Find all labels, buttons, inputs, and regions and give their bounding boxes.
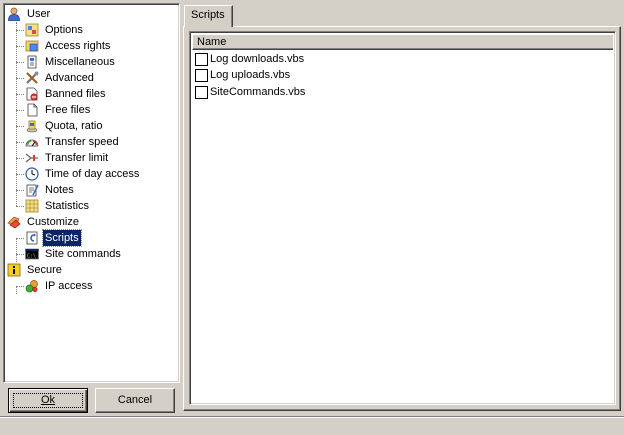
tree-item-label: Advanced — [45, 72, 94, 84]
speedometer-icon — [25, 139, 39, 147]
column-header-name[interactable]: Name — [192, 34, 613, 50]
tree-item-label: Site commands — [45, 248, 121, 260]
tree-item-label: Transfer limit — [45, 152, 109, 164]
options-icon — [25, 23, 39, 37]
tree-connector — [16, 158, 24, 159]
settings-tree[interactable]: User Options Access rights Miscellaneous — [3, 3, 180, 383]
tree-item-label: Options — [45, 24, 83, 36]
tree-connector — [16, 190, 24, 191]
script-checkbox[interactable] — [195, 53, 208, 66]
scripts-icon — [26, 231, 38, 245]
tree-connector — [16, 30, 24, 31]
access-rights-icon — [25, 40, 39, 52]
tree-connector — [16, 174, 24, 175]
script-checkbox[interactable] — [195, 69, 208, 82]
tree-connector — [16, 110, 24, 111]
ok-button-label: Ok — [40, 394, 56, 406]
tree-item-label: Access rights — [45, 40, 111, 52]
clock-icon — [25, 167, 39, 181]
transfer-limit-icon — [25, 153, 38, 163]
tree-item-label: Scripts — [42, 229, 82, 247]
tree-connector — [16, 238, 24, 239]
column-header-label: Name — [197, 36, 227, 48]
scripts-list[interactable]: Name Log downloads.vbs Log uploads.vbs S… — [189, 31, 616, 405]
list-item-label: SiteCommands.vbs — [210, 86, 306, 98]
cancel-button-label: Cancel — [117, 394, 153, 406]
tree-item-label: Banned files — [45, 88, 106, 100]
miscellaneous-icon — [27, 55, 37, 69]
status-bar — [0, 416, 624, 435]
cancel-button[interactable]: Cancel — [95, 388, 175, 413]
tree-item-label: Secure — [27, 264, 62, 276]
user-icon — [8, 7, 20, 21]
tree-item-label: Notes — [45, 184, 74, 196]
advanced-tools-icon — [26, 71, 39, 84]
svg-text:C:\: C:\ — [27, 254, 36, 260]
tree-connector — [16, 62, 24, 63]
secure-icon — [7, 263, 21, 277]
free-files-icon — [27, 103, 38, 117]
tab-scripts[interactable]: Scripts — [184, 5, 233, 27]
notes-icon — [26, 184, 39, 197]
list-item-label: Log downloads.vbs — [210, 53, 305, 65]
tree-item-label: IP access — [45, 280, 93, 292]
tree-item-label: Miscellaneous — [45, 56, 115, 68]
customize-icon — [7, 216, 21, 229]
tree-connector — [16, 78, 24, 79]
command-prompt-icon: C:\ — [25, 248, 39, 260]
tree-connector — [16, 126, 24, 127]
tree-connector — [16, 206, 24, 207]
tree-item-label: Time of day access — [45, 168, 140, 180]
script-checkbox[interactable] — [195, 86, 208, 99]
tree-connector — [16, 254, 24, 255]
tree-connector — [16, 22, 17, 206]
statistics-icon — [25, 199, 39, 213]
ok-button[interactable]: Ok — [8, 388, 88, 413]
tree-item-label: Transfer speed — [45, 136, 119, 148]
tree-item-label: User — [27, 8, 51, 20]
tree-item-label: Customize — [27, 216, 79, 228]
tree-connector — [16, 286, 17, 294]
tree-connector — [16, 142, 24, 143]
list-item-label: Log uploads.vbs — [210, 69, 291, 81]
tree-connector — [16, 94, 24, 95]
tree-connector — [16, 238, 17, 262]
tree-item-label: Free files — [45, 104, 91, 116]
tab-label: Scripts — [191, 9, 225, 21]
quota-icon — [26, 120, 38, 133]
banned-files-icon — [26, 87, 38, 101]
tree-item-label: Quota, ratio — [45, 120, 103, 132]
tree-item-label: Statistics — [45, 200, 90, 212]
tree-connector — [16, 286, 24, 287]
ip-access-icon — [25, 280, 38, 293]
tree-connector — [16, 46, 24, 47]
